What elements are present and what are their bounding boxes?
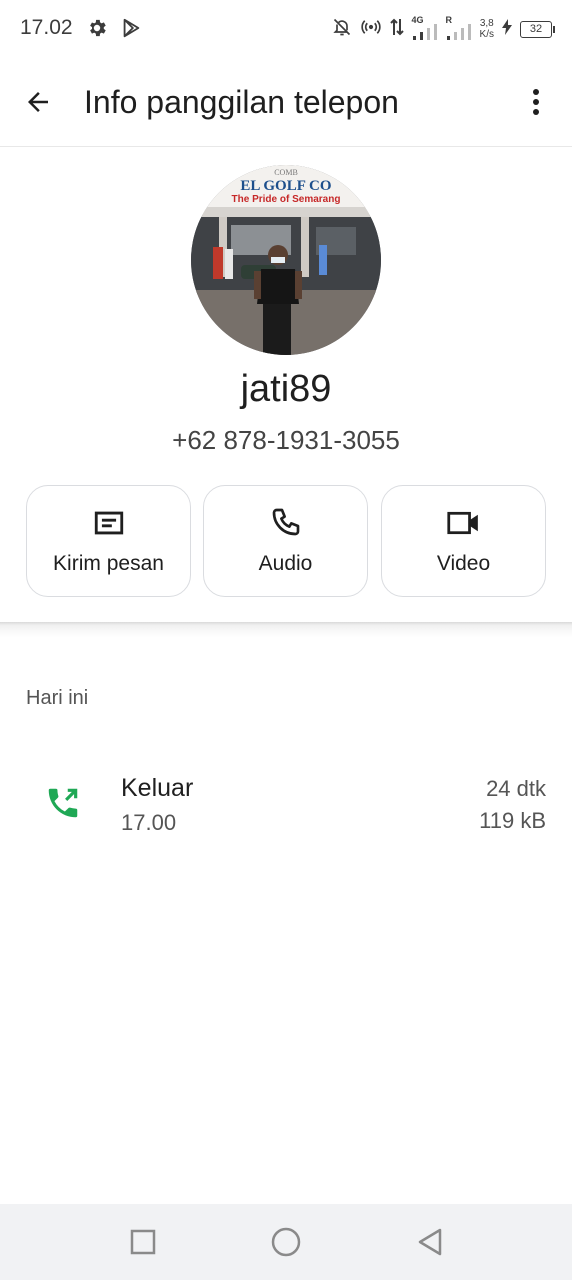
data-arrows-icon <box>389 17 404 42</box>
more-vert-icon <box>533 89 539 115</box>
signal-roaming-icon: R <box>446 15 472 40</box>
recents-button[interactable] <box>123 1222 163 1262</box>
message-icon <box>94 511 123 535</box>
top-app-bar: Info panggilan telepon <box>0 58 572 147</box>
avatar-sign-top: COMB <box>274 168 298 177</box>
send-message-label: Kirim pesan <box>53 552 164 575</box>
settings-gear-icon <box>86 17 108 39</box>
call-type: Keluar <box>121 774 194 802</box>
signal-4g-icon: 4G <box>412 15 438 40</box>
hotspot-icon <box>360 17 382 42</box>
recents-square-icon <box>130 1229 156 1255</box>
charging-icon <box>502 18 512 40</box>
home-button[interactable] <box>266 1222 306 1262</box>
call-duration: 24 dtk <box>486 776 546 801</box>
back-triangle-icon <box>418 1228 442 1256</box>
contact-avatar[interactable]: COMB EL GOLF CO The Pride of Semarang <box>191 165 381 355</box>
back-button[interactable] <box>18 82 58 122</box>
call-time: 17.00 <box>121 810 177 835</box>
call-history-row[interactable]: Keluar 17.00 24 dtk 119 kB <box>0 760 572 850</box>
status-bar: 17.02 4G R 3,8 K/s 32 <box>0 0 572 58</box>
contact-actions: Kirim pesan Audio Video <box>26 485 546 597</box>
avatar-sign-line2: The Pride of Semarang <box>232 194 341 205</box>
system-navigation-bar <box>0 1204 572 1280</box>
section-divider <box>0 622 572 638</box>
video-call-label: Video <box>436 552 491 575</box>
network-speed: 3,8 K/s <box>480 18 494 40</box>
play-store-icon <box>120 17 142 39</box>
history-section-heading: Hari ini <box>26 687 89 709</box>
contact-phone-number: +62 878-1931-3055 <box>172 425 400 455</box>
video-call-button[interactable]: Video <box>381 485 546 597</box>
send-message-button[interactable]: Kirim pesan <box>26 485 191 597</box>
phone-icon <box>272 508 299 536</box>
more-options-button[interactable] <box>516 82 556 122</box>
speed-unit: K/s <box>479 29 494 40</box>
contact-name: jati89 <box>240 368 332 410</box>
avatar-sign-line1: EL GOLF CO <box>240 178 331 194</box>
status-right-cluster: 4G R 3,8 K/s 32 <box>332 14 555 44</box>
page-title: Info panggilan telepon <box>84 84 399 120</box>
status-time: 17.02 <box>20 16 73 39</box>
speed-value: 3,8 <box>479 18 494 29</box>
arrow-back-icon <box>28 92 48 112</box>
audio-call-button[interactable]: Audio <box>203 485 368 597</box>
videocam-icon <box>446 511 478 535</box>
mute-notification-icon <box>332 17 352 42</box>
back-nav-button[interactable] <box>410 1222 450 1262</box>
audio-call-label: Audio <box>258 552 313 575</box>
call-data-size: 119 kB <box>479 808 546 833</box>
home-circle-icon <box>271 1227 301 1257</box>
battery-indicator: 32 <box>520 20 555 38</box>
outgoing-call-icon <box>44 784 82 822</box>
